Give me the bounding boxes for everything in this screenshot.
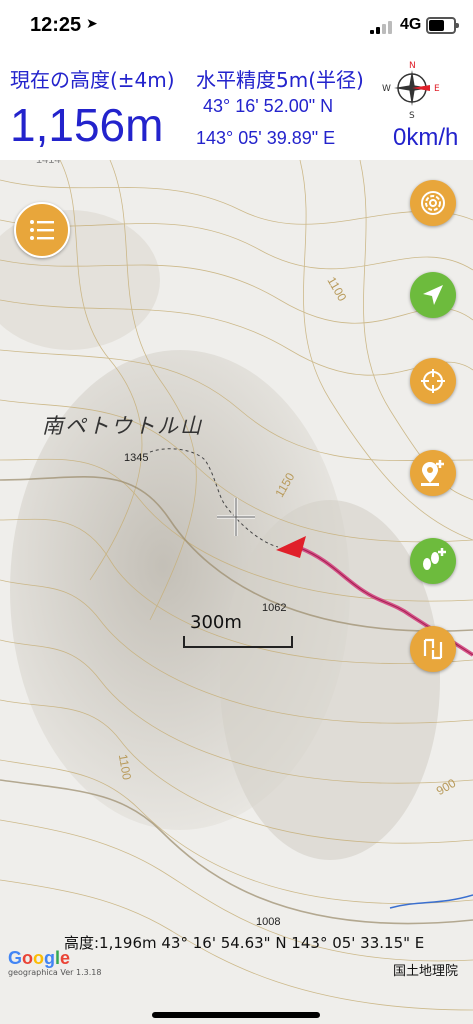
status-bar: 12:25 ➤ 4G [0, 0, 473, 56]
battery-icon [426, 17, 459, 34]
latitude-value: 43° 16' 52.00" N [203, 96, 334, 116]
info-header: 現在の高度(±4m) 1,156m 水平精度5m(半径) 43° 16' 52.… [0, 56, 473, 160]
speed-value: 0km/h [393, 124, 459, 151]
map-terrain [0, 160, 473, 1024]
navigation-button[interactable] [410, 272, 456, 318]
add-pin-button[interactable] [410, 450, 456, 496]
spiral-icon [421, 191, 445, 215]
svg-text:E: E [434, 84, 440, 94]
elevation-top: 1414 [36, 160, 61, 166]
menu-button[interactable] [14, 202, 70, 258]
network-type: 4G [400, 16, 422, 33]
topo-map[interactable]: 1414 南ペトウトル山 1345 1062 1008 1100 1150 11… [0, 160, 473, 1024]
list-icon [30, 220, 54, 240]
route-swap-button[interactable] [410, 626, 456, 672]
add-pin-icon [421, 460, 444, 486]
center-location-button[interactable] [410, 358, 456, 404]
elevation-point: 1345 [124, 452, 149, 464]
scale-bar [183, 636, 293, 648]
peak-name-label: 南ペトウトル山 [42, 414, 203, 438]
longitude-value: 143° 05' 39.89" E [196, 128, 336, 148]
compass-icon[interactable]: N E S W [380, 56, 444, 120]
status-time: 12:25 [30, 14, 82, 36]
svg-text:N: N [409, 61, 416, 71]
swap-route-icon [423, 638, 443, 660]
elevation-point: 1008 [256, 916, 281, 928]
altitude-label: 現在の高度(±4m) [10, 68, 175, 92]
altitude-value: 1,156m [10, 99, 164, 151]
google-logo: Google [8, 948, 71, 968]
cellular-signal-icon [370, 20, 394, 34]
gsi-credit: 国土地理院 [393, 964, 459, 979]
crosshair-icon [421, 369, 445, 393]
elevation-point: 1062 [262, 602, 287, 614]
layer-spiral-button[interactable] [410, 180, 456, 226]
svg-text:W: W [382, 84, 391, 94]
location-services-icon: ➤ [86, 16, 98, 32]
home-indicator[interactable] [152, 1012, 320, 1018]
app-version: geographica Ver 1.3.18 [8, 968, 102, 977]
accuracy-label: 水平精度5m(半径) [196, 68, 364, 92]
add-footprints-icon [423, 548, 446, 570]
navigation-arrow-icon [423, 285, 443, 305]
add-footprints-button[interactable] [410, 538, 456, 584]
cursor-coordinates: 高度:1,196m 43° 16' 54.63" N 143° 05' 33.1… [64, 934, 425, 952]
scale-label: 300m [190, 612, 242, 633]
svg-text:S: S [409, 111, 415, 120]
